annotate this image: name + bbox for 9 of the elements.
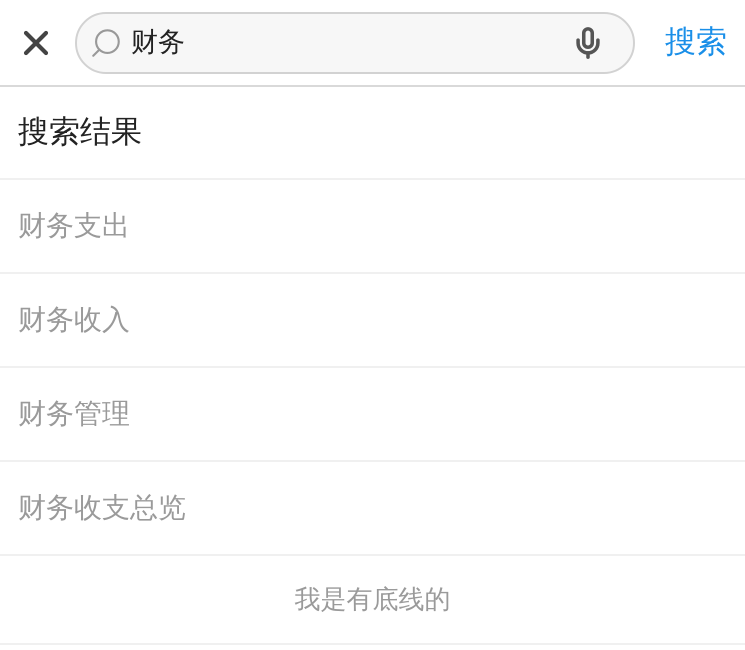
end-of-list-text: 我是有底线的 (294, 583, 450, 616)
result-item[interactable]: 财务收入 (0, 274, 745, 368)
search-button[interactable]: 搜索 (665, 19, 727, 66)
result-item[interactable]: 财务管理 (0, 368, 745, 462)
result-item[interactable]: 财务收支总览 (0, 462, 745, 556)
search-field[interactable]: 财务 (75, 12, 635, 74)
results-title: 搜索结果 (18, 113, 142, 152)
result-item[interactable]: 财务支出 (0, 180, 745, 274)
search-input[interactable]: 财务 (131, 22, 571, 63)
